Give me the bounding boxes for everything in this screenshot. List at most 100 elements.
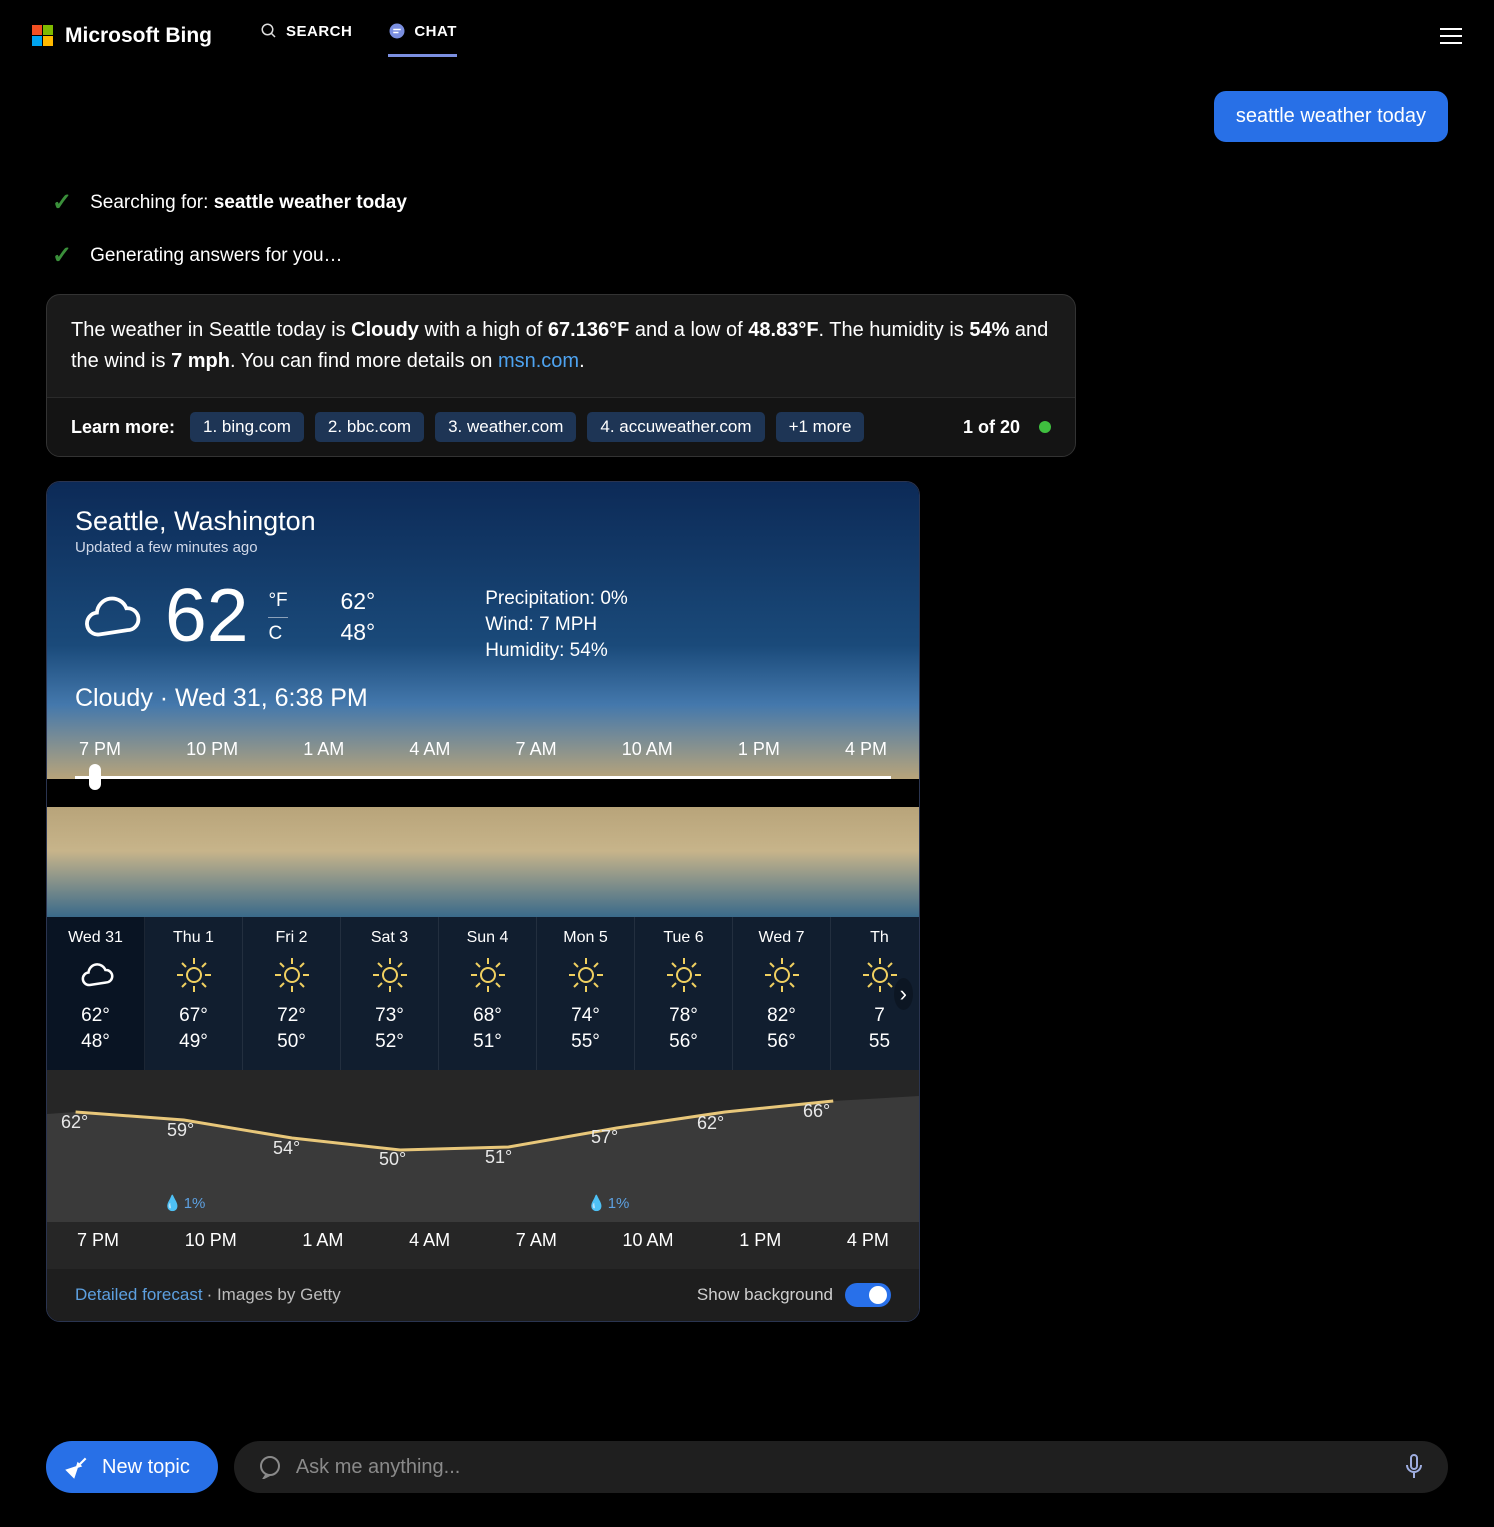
precip-label: 💧1% xyxy=(587,1194,629,1212)
chart-temp-label: 59° xyxy=(167,1120,194,1141)
microphone-icon[interactable] xyxy=(1402,1453,1426,1481)
cloud-icon xyxy=(76,955,116,995)
weather-card: Seattle, Washington Updated a few minute… xyxy=(46,481,920,1322)
chart-temp-label: 62° xyxy=(61,1112,88,1133)
weather-details: Precipitation: 0%Wind: 7 MPHHumidity: 54… xyxy=(485,588,628,662)
day-label: Th xyxy=(835,929,920,947)
status-searching: ✓ Searching for: seattle weather today xyxy=(52,188,1448,217)
day-temps: 73°52° xyxy=(345,1003,434,1054)
sun-icon xyxy=(174,955,214,995)
unit-toggle[interactable]: °FC xyxy=(268,590,288,645)
day-label: Thu 1 xyxy=(149,929,238,947)
sun-icon xyxy=(272,955,312,995)
sun-icon xyxy=(370,955,410,995)
check-icon: ✓ xyxy=(52,241,72,270)
hour-label: 10 PM xyxy=(185,1230,237,1251)
slider-thumb[interactable] xyxy=(89,764,101,790)
location-title: Seattle, Washington xyxy=(75,506,891,537)
show-bg-toggle[interactable] xyxy=(845,1283,891,1307)
day-cell[interactable]: Mon 5 74°55° xyxy=(537,917,635,1070)
hour-label: 4 PM xyxy=(847,1230,889,1251)
day-temps: 755 xyxy=(835,1003,920,1054)
day-temps: 74°55° xyxy=(541,1003,630,1054)
broom-icon xyxy=(64,1454,90,1480)
day-cell[interactable]: Sat 3 73°52° xyxy=(341,917,439,1070)
chart-temp-label: 51° xyxy=(485,1147,512,1168)
hour-label: 7 AM xyxy=(516,1230,557,1251)
day-temps: 72°50° xyxy=(247,1003,336,1054)
day-temps: 62°48° xyxy=(51,1003,140,1054)
day-label: Tue 6 xyxy=(639,929,728,947)
hour-label: 7 PM xyxy=(79,739,121,760)
day-label: Sat 3 xyxy=(345,929,434,947)
answer-text: The weather in Seattle today is Cloudy w… xyxy=(47,295,1075,397)
sun-icon xyxy=(762,955,802,995)
hour-label: 7 PM xyxy=(77,1230,119,1251)
hour-label: 4 PM xyxy=(845,739,887,760)
tab-search[interactable]: SEARCH xyxy=(260,14,352,57)
hourly-temp-chart: 62° 59° 54° 50° 51° 57° 62° 66° 💧1% 💧1% xyxy=(47,1070,919,1222)
status-dot xyxy=(1039,421,1051,433)
day-temps: 67°49° xyxy=(149,1003,238,1054)
source-count: 1 of 20 xyxy=(963,417,1020,438)
menu-icon[interactable] xyxy=(1440,28,1462,44)
day-cell[interactable]: Fri 272°50° xyxy=(243,917,341,1070)
hour-label: 1 PM xyxy=(739,1230,781,1251)
hour-label: 10 PM xyxy=(186,739,238,760)
sun-icon xyxy=(566,955,606,995)
time-slider[interactable] xyxy=(75,776,891,779)
cloud-icon xyxy=(75,582,145,652)
day-cell[interactable]: Wed 31 62°48° xyxy=(47,917,145,1070)
day-cell[interactable]: Tue 6 78°56° xyxy=(635,917,733,1070)
hour-label: 4 AM xyxy=(409,1230,450,1251)
tab-chat[interactable]: CHAT xyxy=(388,14,457,57)
chart-temp-label: 54° xyxy=(273,1138,300,1159)
day-label: Mon 5 xyxy=(541,929,630,947)
ask-input[interactable]: Ask me anything... xyxy=(234,1441,1448,1493)
updated-label: Updated a few minutes ago xyxy=(75,539,891,556)
status-generating: ✓ Generating answers for you… xyxy=(52,241,1448,270)
hour-label: 4 AM xyxy=(409,739,450,760)
chart-temp-label: 50° xyxy=(379,1149,406,1170)
day-cell[interactable]: Thu 1 67°49° xyxy=(145,917,243,1070)
brand-logo[interactable]: Microsoft Bing xyxy=(32,24,212,48)
chart-temp-label: 66° xyxy=(803,1101,830,1122)
learn-more-row: Learn more: 1. bing.com 2. bbc.com 3. we… xyxy=(47,397,1075,456)
source-more[interactable]: +1 more xyxy=(776,412,865,442)
chart-temp-label: 57° xyxy=(591,1127,618,1148)
hour-label: 10 AM xyxy=(623,1230,674,1251)
sun-icon xyxy=(468,955,508,995)
source-1[interactable]: 1. bing.com xyxy=(190,412,304,442)
day-label: Wed 31 xyxy=(51,929,140,947)
hi-lo: 62°48° xyxy=(340,588,375,646)
msn-link[interactable]: msn.com xyxy=(498,350,579,372)
source-2[interactable]: 2. bbc.com xyxy=(315,412,424,442)
show-bg-label: Show background xyxy=(697,1285,833,1305)
source-4[interactable]: 4. accuweather.com xyxy=(587,412,764,442)
background-image xyxy=(47,807,919,917)
answer-card: The weather in Seattle today is Cloudy w… xyxy=(46,294,1076,457)
search-icon xyxy=(260,22,278,40)
day-label: Wed 7 xyxy=(737,929,826,947)
chat-bubble-icon xyxy=(258,1455,282,1479)
chart-temp-label: 62° xyxy=(697,1113,724,1134)
microsoft-logo-icon xyxy=(32,25,53,46)
day-temps: 78°56° xyxy=(639,1003,728,1054)
check-icon: ✓ xyxy=(52,188,72,217)
brand-text: Microsoft Bing xyxy=(65,24,212,48)
day-cell[interactable]: Wed 782°56° xyxy=(733,917,831,1070)
images-credit: · Images by Getty xyxy=(207,1285,341,1305)
precip-label: 💧1% xyxy=(163,1194,205,1212)
hour-label: 1 AM xyxy=(303,739,344,760)
day-temps: 68°51° xyxy=(443,1003,532,1054)
day-cell[interactable]: Sun 4 68°51° xyxy=(439,917,537,1070)
day-label: Sun 4 xyxy=(443,929,532,947)
hour-label: 1 PM xyxy=(738,739,780,760)
sun-icon xyxy=(664,955,704,995)
detailed-forecast-link[interactable]: Detailed forecast xyxy=(75,1285,203,1305)
chat-icon xyxy=(388,22,406,40)
hour-label: 10 AM xyxy=(622,739,673,760)
source-3[interactable]: 3. weather.com xyxy=(435,412,576,442)
hour-label: 1 AM xyxy=(302,1230,343,1251)
new-topic-button[interactable]: New topic xyxy=(46,1441,218,1493)
